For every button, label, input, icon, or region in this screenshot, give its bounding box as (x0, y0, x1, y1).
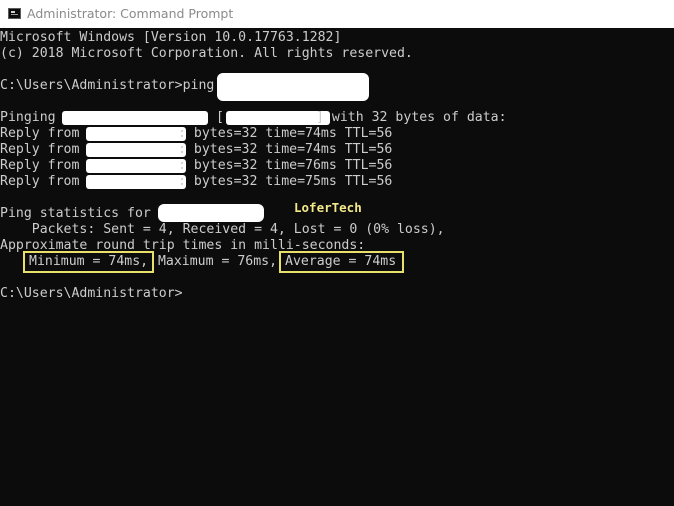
pinging-suffix: ] with 32 bytes of data: (316, 110, 507, 125)
title-bar[interactable]: Administrator: Command Prompt (0, 0, 674, 29)
version-line: Microsoft Windows [Version 10.0.17763.12… (0, 30, 342, 45)
reply-stats: : bytes=32 time=75ms TTL=56 (178, 174, 393, 189)
reply-stats: : bytes=32 time=74ms TTL=56 (178, 126, 393, 141)
copyright-line: (c) 2018 Microsoft Corporation. All righ… (0, 46, 413, 61)
final-prompt[interactable]: C:\Users\Administrator> (0, 286, 183, 302)
redacted-host (62, 111, 208, 125)
cmd-icon (8, 8, 21, 19)
maximum-time: Maximum = 76ms, (150, 254, 278, 269)
redacted-ip (86, 127, 186, 141)
minimum-highlight-box (23, 251, 154, 273)
console-output[interactable]: Microsoft Windows [Version 10.0.17763.12… (0, 28, 674, 506)
redacted-ip (86, 175, 186, 189)
pinging-bracket: [ (216, 110, 224, 125)
reply-stats: : bytes=32 time=76ms TTL=56 (178, 158, 393, 173)
statistics-label: Ping statistics for (0, 206, 151, 221)
redacted-ip (226, 111, 330, 125)
packets-line: Packets: Sent = 4, Received = 4, Lost = … (0, 222, 445, 237)
average-highlight-box (279, 251, 404, 273)
reply-prefix: Reply from (0, 142, 80, 157)
redacted-ip (86, 159, 186, 173)
window-title: Administrator: Command Prompt (27, 6, 234, 21)
redacted-ip (158, 204, 264, 222)
reply-stats: : bytes=32 time=74ms TTL=56 (178, 142, 393, 157)
reply-prefix: Reply from (0, 158, 80, 173)
redacted-ip (86, 143, 186, 157)
reply-prefix: Reply from (0, 126, 80, 141)
reply-prefix: Reply from (0, 174, 80, 189)
pinging-prefix: Pinging (0, 110, 56, 125)
ping-command-line: C:\Users\Administrator>ping (0, 78, 215, 93)
watermark: LoferTech (294, 200, 362, 215)
redacted-host (217, 73, 369, 101)
